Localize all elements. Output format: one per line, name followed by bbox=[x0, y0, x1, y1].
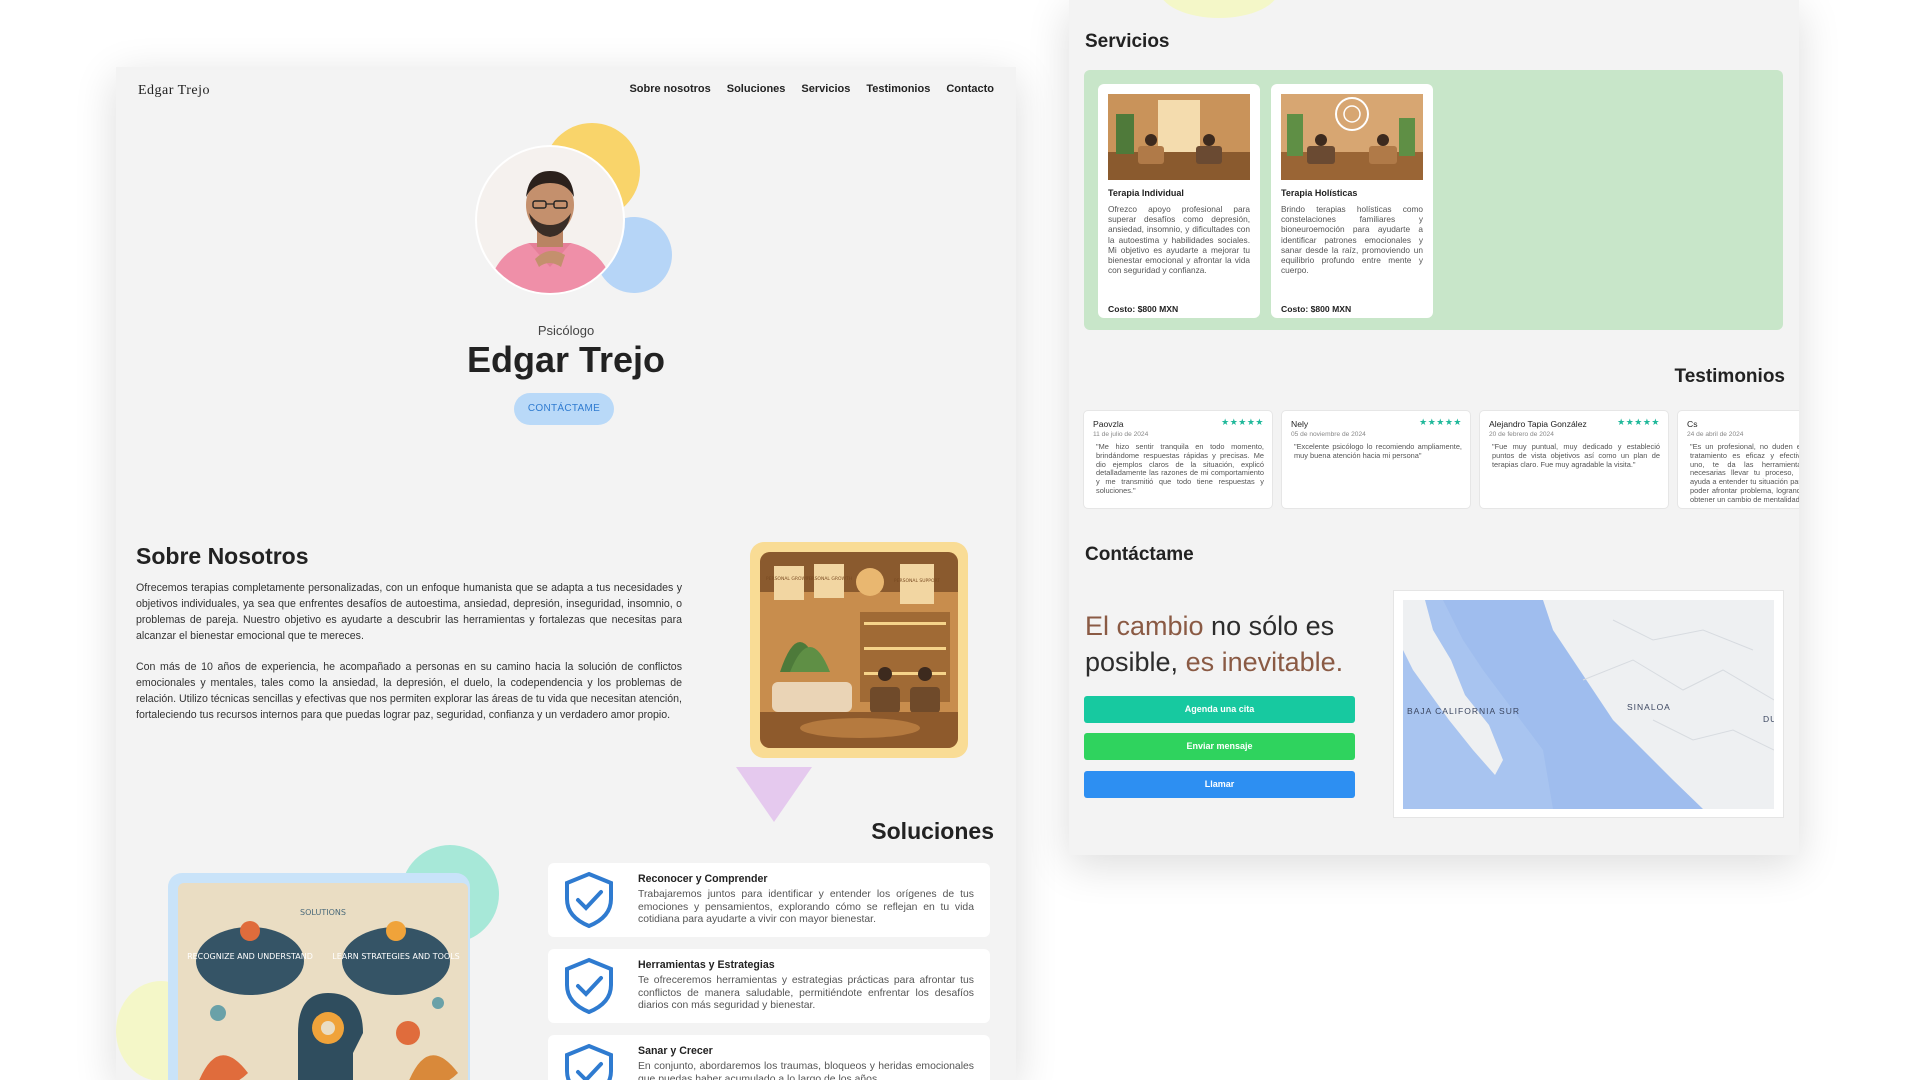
profile-photo bbox=[477, 147, 623, 293]
slogan-accent: es inevitable. bbox=[1185, 647, 1344, 677]
solution-title: Herramientas y Estrategias bbox=[638, 959, 775, 971]
svg-text:SOLUTIONS: SOLUTIONS bbox=[300, 908, 346, 917]
testimonial-author: Alejandro Tapia González bbox=[1489, 419, 1587, 429]
slogan-accent: El cambio bbox=[1085, 611, 1204, 641]
hero-name: Edgar Trejo bbox=[466, 339, 666, 380]
screenshot-stage: Edgar Trejo Sobre nosotros Soluciones Se… bbox=[0, 0, 1920, 1080]
testimonial-date: 20 de febrero de 2024 bbox=[1489, 431, 1554, 438]
testimonial-author: Nely bbox=[1291, 419, 1309, 429]
testimonial-date: 05 de noviembre de 2024 bbox=[1291, 431, 1366, 438]
shield-check-icon bbox=[565, 1043, 613, 1080]
service-cost: Costo: $800 MXN bbox=[1281, 304, 1352, 314]
landing-page-bottom: Servicios Terapia Individual Ofrezco apo… bbox=[1069, 0, 1799, 855]
testimonial-card: Nely ★★★★★ 05 de noviembre de 2024 "Exce… bbox=[1282, 411, 1470, 508]
service-cost: Costo: $800 MXN bbox=[1108, 304, 1179, 314]
top-nav: Edgar Trejo Sobre nosotros Soluciones Se… bbox=[116, 67, 1016, 115]
solution-text: En conjunto, abordaremos los traumas, bl… bbox=[638, 1061, 974, 1080]
service-title: Terapia Individual bbox=[1108, 188, 1184, 198]
contact-slogan: El cambio no sólo es posible, es inevita… bbox=[1085, 608, 1365, 680]
services-section: Terapia Individual Ofrezco apoyo profesi… bbox=[1084, 70, 1783, 330]
testimonial-card: Cs 24 de abril de 2024 "Es un profesiona… bbox=[1678, 411, 1799, 508]
map-label: BAJA CALIFORNIA SUR bbox=[1407, 706, 1520, 716]
map-label: DU bbox=[1763, 714, 1774, 724]
contact-me-button[interactable]: CONTÁCTAME bbox=[514, 393, 614, 425]
shield-check-icon bbox=[565, 957, 613, 1015]
testimonials-title: Testimonios bbox=[1674, 366, 1786, 387]
nav-link-servicios[interactable]: Servicios bbox=[801, 83, 850, 95]
about-title: Sobre Nosotros bbox=[136, 543, 309, 569]
call-button[interactable]: Llamar bbox=[1084, 771, 1355, 798]
svg-text:LEARN STRATEGIES AND TOOLS: LEARN STRATEGIES AND TOOLS bbox=[332, 952, 459, 961]
service-card[interactable]: Terapia Holísticas Brindo terapias holís… bbox=[1271, 84, 1433, 318]
svg-text:PERSONAL SUPPORT: PERSONAL SUPPORT bbox=[894, 578, 940, 584]
testimonial-author: Cs bbox=[1687, 419, 1698, 429]
solution-card: Reconocer y Comprender Trabajaremos junt… bbox=[548, 863, 990, 937]
testimonial-text: "Es un profesional, no duden en tratamie… bbox=[1690, 442, 1799, 504]
contact-title: Contáctame bbox=[1085, 544, 1194, 565]
about-paragraph-1: Ofrecemos terapias completamente persona… bbox=[136, 582, 682, 642]
testimonial-text: "Excelente psicólogo lo recomiendo ampli… bbox=[1294, 442, 1462, 460]
location-map[interactable]: BAJA CALIFORNIA SUR SINALOA DU bbox=[1403, 600, 1774, 809]
testimonial-date: 24 de abril de 2024 bbox=[1687, 431, 1744, 438]
solution-text: Trabajaremos juntos para identificar y e… bbox=[638, 889, 974, 925]
service-image bbox=[1108, 94, 1250, 180]
testimonial-card: Paovzla ★★★★★ 11 de julio de 2024 "Me hi… bbox=[1084, 411, 1272, 508]
service-card[interactable]: Terapia Individual Ofrezco apoyo profesi… bbox=[1098, 84, 1260, 318]
solution-title: Sanar y Crecer bbox=[638, 1045, 713, 1057]
svg-text:PERSONAL GROWTH: PERSONAL GROWTH bbox=[806, 576, 852, 582]
decorative-pink-triangle bbox=[736, 767, 812, 822]
about-paragraph-2: Con más de 10 años de experiencia, he ac… bbox=[136, 661, 682, 721]
service-text: Brindo terapias holísticas como constela… bbox=[1281, 204, 1423, 276]
map-label: SINALOA bbox=[1627, 702, 1671, 712]
service-title: Terapia Holísticas bbox=[1281, 188, 1358, 198]
nav-link-soluciones[interactable]: Soluciones bbox=[727, 83, 786, 95]
solutions-illustration: SOLUTIONS RECOGNIZE AND UNDERSTAND LEARN… bbox=[178, 883, 468, 1080]
solution-title: Reconocer y Comprender bbox=[638, 873, 768, 885]
landing-page-top: Edgar Trejo Sobre nosotros Soluciones Se… bbox=[116, 67, 1016, 1080]
solution-text: Te ofreceremos herramientas y estrategia… bbox=[638, 975, 974, 1011]
service-image bbox=[1281, 94, 1423, 180]
site-logo[interactable]: Edgar Trejo bbox=[138, 83, 210, 99]
star-rating: ★★★★★ bbox=[1617, 417, 1660, 427]
nav-link-sobre-nosotros[interactable]: Sobre nosotros bbox=[629, 83, 710, 95]
nav-link-testimonios[interactable]: Testimonios bbox=[866, 83, 930, 95]
solution-card: Sanar y Crecer En conjunto, abordaremos … bbox=[548, 1035, 990, 1080]
service-text: Ofrezco apoyo profesional para superar d… bbox=[1108, 204, 1250, 276]
testimonial-card: Alejandro Tapia González ★★★★★ 20 de feb… bbox=[1480, 411, 1668, 508]
nav-link-contacto[interactable]: Contacto bbox=[946, 83, 994, 95]
decorative-yellow-blob bbox=[1159, 0, 1279, 18]
star-rating: ★★★★★ bbox=[1221, 417, 1264, 427]
solution-card: Herramientas y Estrategias Te ofreceremo… bbox=[548, 949, 990, 1023]
therapy-room-image: PERSONAL GROWTH PERSONAL GROWTH PERSONAL… bbox=[760, 552, 958, 748]
solutions-title: Soluciones bbox=[871, 818, 994, 844]
hero-role: Psicólogo bbox=[537, 323, 595, 338]
testimonial-text: "Me hizo sentir tranquila en todo moment… bbox=[1096, 442, 1264, 495]
star-rating: ★★★★★ bbox=[1419, 417, 1462, 427]
services-title: Servicios bbox=[1085, 31, 1170, 52]
shield-check-icon bbox=[565, 871, 613, 929]
schedule-appointment-button[interactable]: Agenda una cita bbox=[1084, 696, 1355, 723]
testimonial-date: 11 de julio de 2024 bbox=[1093, 431, 1149, 438]
testimonial-author: Paovzla bbox=[1093, 419, 1124, 429]
nav-links: Sobre nosotros Soluciones Servicios Test… bbox=[629, 83, 994, 95]
svg-text:RECOGNIZE AND UNDERSTAND: RECOGNIZE AND UNDERSTAND bbox=[187, 952, 313, 961]
send-message-button[interactable]: Enviar mensaje bbox=[1084, 733, 1355, 760]
testimonial-text: "Fue muy puntual, muy dedicado y estable… bbox=[1492, 442, 1660, 469]
